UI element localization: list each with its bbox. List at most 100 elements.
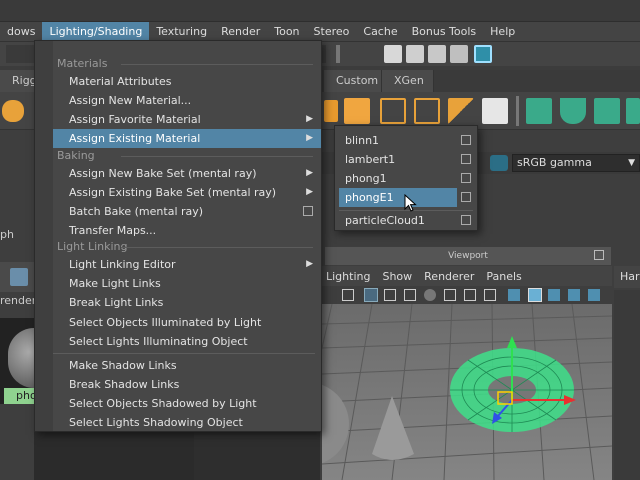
green-edge-icon[interactable] [626,98,640,124]
film-gate-icon[interactable] [384,289,396,301]
menu-item-batch-bake[interactable]: Batch Bake (mental ray) [53,202,321,221]
menu-item-select-lights-shadowing[interactable]: Select Lights Shadowing Object [53,413,321,432]
menu-item-make-light-links[interactable]: Make Light Links [53,274,321,293]
maximize-icon[interactable] [594,250,604,260]
tab-xgen[interactable]: XGen [382,70,434,92]
menu-toon[interactable]: Toon [267,22,306,42]
submenu-arrow-icon: ▶ [306,133,313,143]
color-management-icon[interactable] [490,155,508,171]
color-space-dropdown[interactable]: sRGB gamma ▼ [512,154,640,172]
option-box-icon[interactable] [461,135,471,145]
viewport-menu-renderer[interactable]: Renderer [418,270,480,283]
menu-item-label: Assign New Material... [69,94,192,107]
option-box-icon[interactable] [461,192,471,202]
menu-item-select-lights-illuminating[interactable]: Select Lights Illuminating Object [53,332,321,351]
shader-icon[interactable] [324,100,338,122]
grid-icon[interactable] [364,288,378,302]
safe-title-icon[interactable] [484,289,496,301]
color-space-label: sRGB gamma [517,156,592,169]
menu-item-select-objects-shadowed[interactable]: Select Objects Shadowed by Light [53,394,321,413]
hypershade-icon[interactable] [474,45,492,63]
camera-attrs-icon[interactable] [342,289,354,301]
left-toolbar [0,262,34,292]
menu-help[interactable]: Help [483,22,522,42]
submenu-item-blinn1[interactable]: blinn1 [339,131,457,150]
menu-item-label: Material Attributes [69,75,172,88]
swatch-sphere[interactable] [8,328,34,388]
submenu-item-phong1[interactable]: phong1 [339,169,457,188]
title-strip [0,0,640,22]
render-view-icon[interactable] [384,45,402,63]
menu-item-assign-existing-bake-set[interactable]: Assign Existing Bake Set (mental ray) ▶ [53,183,321,202]
uv-box-icon[interactable] [380,98,406,124]
uv-frame-icon[interactable] [414,98,440,124]
menu-item-make-shadow-links[interactable]: Make Shadow Links [53,356,321,375]
wireframe-icon[interactable] [508,289,520,301]
chevron-down-icon: ▼ [628,158,635,168]
green-cylinder-icon[interactable] [560,98,586,124]
gate-mask-icon[interactable] [424,289,436,301]
menu-item-select-objects-illuminated[interactable]: Select Objects Illuminated by Light [53,313,321,332]
menu-item-assign-new-material[interactable]: Assign New Material... [53,91,321,110]
ipr-render-icon[interactable] [428,45,446,63]
menu-lighting-shading[interactable]: Lighting/Shading [42,21,150,42]
mouse-cursor-icon [404,194,417,212]
viewport-menu-show[interactable]: Show [376,270,418,283]
green-shader-icon[interactable] [526,98,552,124]
menu-item-label: Select Objects Illuminated by Light [69,316,262,329]
menu-item-label: Make Shadow Links [69,359,177,372]
green-panel-icon[interactable] [594,98,620,124]
menu-item-light-linking-editor[interactable]: Light Linking Editor ▶ [53,255,321,274]
viewport-menu-lighting[interactable]: Lighting [322,270,376,283]
menu-item-material-attributes[interactable]: Material Attributes [53,72,321,91]
graph-label: ph [0,228,14,241]
right-panel-tab[interactable]: Har [614,266,640,288]
smooth-shade-icon[interactable] [528,288,542,302]
use-lights-icon[interactable] [588,289,600,301]
menu-item-assign-existing-material[interactable]: Assign Existing Material ▶ [53,129,321,148]
checker-icon[interactable] [482,98,508,124]
viewport-menu: Lighting Show Renderer Panels [322,266,612,286]
split-shader-icon[interactable] [448,98,474,124]
sphere-object[interactable] [322,382,349,466]
cube-material-icon[interactable] [344,98,370,124]
toolbar-separator [336,45,340,63]
menu-bonus-tools[interactable]: Bonus Tools [405,22,484,42]
render-current-icon[interactable] [406,45,424,63]
tab-custom[interactable]: Custom [324,70,382,92]
menu-windows[interactable]: dows [0,22,42,42]
menu-stereo[interactable]: Stereo [307,22,357,42]
submenu-arrow-icon: ▶ [306,187,313,197]
safe-action-icon[interactable] [464,289,476,301]
menu-item-label: Assign New Bake Set (mental ray) [69,167,257,180]
viewport-canvas[interactable] [322,304,612,480]
field-chart-icon[interactable] [444,289,456,301]
sort-icon[interactable] [10,268,28,286]
menu-render[interactable]: Render [214,22,267,42]
wireframe-on-shaded-icon[interactable] [548,289,560,301]
submenu-item-phonge1[interactable]: phongE1 [339,188,457,207]
menu-texturing[interactable]: Texturing [149,22,214,42]
viewport-menu-panels[interactable]: Panels [480,270,527,283]
textured-icon[interactable] [568,289,580,301]
menu-item-assign-new-bake-set[interactable]: Assign New Bake Set (mental ray) ▶ [53,164,321,183]
option-box-icon[interactable] [461,154,471,164]
submenu-item-particlecloud1[interactable]: particleCloud1 [339,211,457,230]
lighting-shading-menu: Materials Material Attributes Assign New… [34,40,322,432]
menu-item-break-light-links[interactable]: Break Light Links [53,293,321,312]
material-sphere-icon[interactable] [2,100,24,122]
material-swatch-panel: pho [0,318,34,404]
submenu-item-lambert1[interactable]: lambert1 [339,150,457,169]
section-materials: Materials [35,55,321,73]
menu-cache[interactable]: Cache [356,22,404,42]
option-box-icon[interactable] [461,173,471,183]
option-box-icon[interactable] [303,206,313,216]
assign-existing-material-submenu: blinn1 lambert1 phong1 phongE1 particleC… [334,125,478,231]
render-settings-icon[interactable] [450,45,468,63]
menu-item-label: Break Shadow Links [69,378,180,391]
resolution-gate-icon[interactable] [404,289,416,301]
option-box-icon[interactable] [461,215,471,225]
menu-item-break-shadow-links[interactable]: Break Shadow Links [53,375,321,394]
menu-item-assign-favorite-material[interactable]: Assign Favorite Material ▶ [53,110,321,129]
cone-object[interactable] [372,396,414,460]
